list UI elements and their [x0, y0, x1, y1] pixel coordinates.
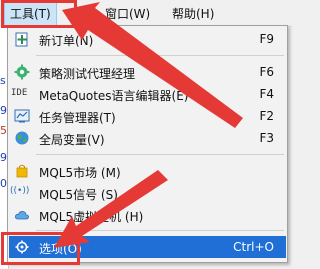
signal-icon: ((•)): [10, 186, 30, 196]
menu-item-metaeditor[interactable]: IDE MetaQuotes语言编辑器(E) F4: [9, 83, 286, 105]
bag-icon: [14, 163, 30, 179]
annotation-box-options: [1, 232, 80, 265]
menu-item-mql5-market[interactable]: MQL5市场 (M): [9, 160, 286, 182]
shortcut-label: F9: [259, 32, 274, 46]
chart-monitor-icon: [14, 108, 30, 124]
menu-item-mql5-signals[interactable]: ((•)) MQL5信号 (S): [9, 182, 286, 204]
menu-item-label: MQL5虚拟主机 (H): [39, 210, 144, 224]
menu-item-label: 策略测试代理经理: [39, 67, 136, 81]
annotation-box-tools: [1, 0, 77, 28]
menu-item-task-manager[interactable]: 任务管理器(T) F2: [9, 105, 286, 127]
menu-separator: [36, 55, 284, 56]
menu-item-strategy-tester-agents[interactable]: 策略测试代理经理 F6: [9, 61, 286, 83]
menu-item-label: 新订单(N): [39, 34, 94, 48]
shortcut-label: F6: [259, 65, 274, 79]
gear-icon: [14, 64, 30, 80]
menu-item-label: MetaQuotes语言编辑器(E): [39, 89, 189, 103]
ide-icon: IDE: [11, 88, 28, 98]
tools-dropdown-menu: 新订单(N) F9 策略测试代理经理 F6 IDE MetaQuotes语言编辑…: [7, 25, 288, 263]
menu-separator: [36, 154, 284, 155]
menu-item-global-variables[interactable]: 全局变量(V) F3: [9, 127, 286, 149]
menu-separator: [36, 230, 284, 231]
globe-icon: [14, 130, 30, 146]
cloud-icon: [14, 207, 30, 223]
menu-item-new-order[interactable]: 新订单(N) F9: [9, 28, 286, 50]
shortcut-label: F2: [259, 109, 274, 123]
menu-help[interactable]: 帮助(H): [172, 5, 214, 22]
shortcut-label: F3: [259, 131, 274, 145]
menu-window[interactable]: 窗口(W): [105, 5, 150, 22]
menu-item-label: 任务管理器(T): [39, 111, 116, 125]
menu-item-label: 全局变量(V): [39, 133, 105, 147]
menu-item-mql5-virtual-hosting[interactable]: MQL5虚拟主机 (H): [9, 204, 286, 226]
menu-item-label: MQL5信号 (S): [39, 188, 118, 202]
menu-item-label: MQL5市场 (M): [39, 166, 121, 180]
shortcut-label: F4: [259, 87, 274, 101]
shortcut-label: Ctrl+O: [233, 240, 274, 254]
plus-document-icon: [14, 31, 30, 47]
